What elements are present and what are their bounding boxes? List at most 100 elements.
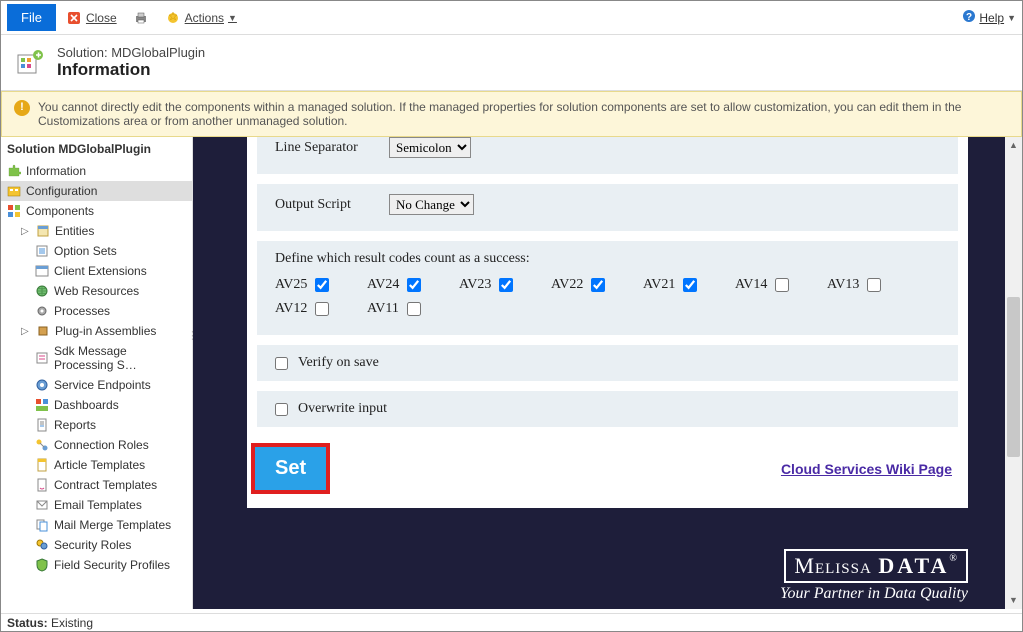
entity-icon <box>36 224 50 238</box>
code-AV22: AV22 <box>551 277 643 293</box>
sidebar-header: Solution MDGlobalPlugin <box>1 137 192 161</box>
overwrite-checkbox[interactable] <box>275 403 288 416</box>
code-checkbox-AV11[interactable] <box>407 302 421 316</box>
code-label: AV11 <box>367 301 399 317</box>
code-AV11: AV11 <box>367 301 459 317</box>
tree-contract-tpl[interactable]: Contract Templates <box>1 475 192 495</box>
close-icon <box>66 10 82 26</box>
actions-menu[interactable]: Actions ▼ <box>165 10 237 26</box>
wiki-link[interactable]: Cloud Services Wiki Page <box>781 461 952 477</box>
solution-line: Solution: MDGlobalPlugin <box>57 45 205 60</box>
tree-dash[interactable]: Dashboards <box>1 395 192 415</box>
contract-icon <box>35 478 49 492</box>
tree-option-sets[interactable]: Option Sets <box>1 241 192 261</box>
print-icon <box>133 10 149 26</box>
svg-text:?: ? <box>966 12 972 23</box>
output-script-select[interactable]: No Change <box>389 194 474 215</box>
code-checkbox-AV12[interactable] <box>315 302 329 316</box>
file-menu[interactable]: File <box>7 4 56 31</box>
code-checkbox-AV14[interactable] <box>775 278 789 292</box>
report-icon <box>35 418 49 432</box>
code-label: AV13 <box>827 277 859 293</box>
tree-plugin-asm[interactable]: ▷Plug-in Assemblies <box>1 321 192 341</box>
tree-processes[interactable]: Processes <box>1 301 192 321</box>
window-icon <box>35 264 49 278</box>
code-label: AV14 <box>735 277 767 293</box>
globe-icon <box>35 284 49 298</box>
solution-icon <box>15 48 45 78</box>
gear-icon <box>35 304 49 318</box>
code-checkbox-AV23[interactable] <box>499 278 513 292</box>
tree-reports[interactable]: Reports <box>1 415 192 435</box>
scroll-up-arrow[interactable]: ▲ <box>1005 137 1022 154</box>
help-label: Help <box>979 11 1004 25</box>
tree-client-ext[interactable]: Client Extensions <box>1 261 192 281</box>
tree-mailmerge-tpl[interactable]: Mail Merge Templates <box>1 515 192 535</box>
toolbar: File Close Actions ▼ ? Help ▼ <box>1 1 1022 35</box>
verify-label: Verify on save <box>298 355 379 371</box>
code-checkbox-AV22[interactable] <box>591 278 605 292</box>
code-AV14: AV14 <box>735 277 827 293</box>
close-label: Close <box>86 11 117 25</box>
scroll-down-arrow[interactable]: ▼ <box>1005 592 1022 609</box>
code-AV12: AV12 <box>275 301 367 317</box>
line-sep-select[interactable]: Semicolon <box>389 137 471 158</box>
code-checkbox-AV21[interactable] <box>683 278 697 292</box>
expand-icon[interactable]: ▷ <box>21 326 31 336</box>
verify-row[interactable]: Verify on save <box>275 355 940 371</box>
page-header: Solution: MDGlobalPlugin Information <box>1 35 1022 91</box>
expand-icon[interactable]: ▷ <box>21 226 31 236</box>
tree-article-tpl[interactable]: Article Templates <box>1 455 192 475</box>
warning-banner: ! You cannot directly edit the component… <box>1 91 1022 137</box>
help-icon: ? <box>962 9 976 26</box>
tree-web-res[interactable]: Web Resources <box>1 281 192 301</box>
code-AV25: AV25 <box>275 277 367 293</box>
chevron-down-icon: ▼ <box>1007 13 1016 23</box>
steps-icon <box>35 351 49 365</box>
tree-conn-roles[interactable]: Connection Roles <box>1 435 192 455</box>
components-icon <box>7 204 21 218</box>
plugin-icon <box>36 324 50 338</box>
code-AV23: AV23 <box>459 277 551 293</box>
chevron-down-icon: ▼ <box>228 13 237 23</box>
shield-icon <box>35 558 49 572</box>
code-label: AV22 <box>551 277 583 293</box>
tree-email-tpl[interactable]: Email Templates <box>1 495 192 515</box>
output-script-label: Output Script <box>275 197 375 213</box>
status-bar: Status: Existing <box>1 613 1022 631</box>
page-title: Information <box>57 60 205 80</box>
code-AV21: AV21 <box>643 277 735 293</box>
warning-icon: ! <box>14 100 30 116</box>
endpoint-icon <box>35 378 49 392</box>
tree-sec-roles[interactable]: Security Roles <box>1 535 192 555</box>
close-button[interactable]: Close <box>66 10 117 26</box>
tree-sdk[interactable]: Sdk Message Processing S… <box>1 341 192 375</box>
code-checkbox-AV24[interactable] <box>407 278 421 292</box>
help-menu[interactable]: ? Help ▼ <box>962 9 1016 26</box>
mailmerge-icon <box>35 518 49 532</box>
sidebar-components[interactable]: Components <box>1 201 192 221</box>
code-checkbox-AV13[interactable] <box>867 278 881 292</box>
overwrite-label: Overwrite input <box>298 401 387 417</box>
vertical-scrollbar[interactable]: ▲ ▼ <box>1005 137 1022 609</box>
sidebar-information[interactable]: Information <box>1 161 192 181</box>
code-label: AV24 <box>367 277 399 293</box>
tree-svc-ep[interactable]: Service Endpoints <box>1 375 192 395</box>
tree-field-sec[interactable]: Field Security Profiles <box>1 555 192 575</box>
actions-icon <box>165 10 181 26</box>
code-label: AV23 <box>459 277 491 293</box>
print-button[interactable] <box>133 10 149 26</box>
sidebar: Solution MDGlobalPlugin Information Conf… <box>1 137 193 609</box>
sidebar-configuration[interactable]: Configuration <box>1 181 192 201</box>
verify-checkbox[interactable] <box>275 357 288 370</box>
set-button[interactable]: Set <box>251 443 330 494</box>
content-area: Line Separator Semicolon Output Script N… <box>193 137 1022 609</box>
list-icon <box>35 244 49 258</box>
puzzle-icon <box>7 164 21 178</box>
overwrite-row[interactable]: Overwrite input <box>275 401 940 417</box>
tree-entities[interactable]: ▷Entities <box>1 221 192 241</box>
code-AV24: AV24 <box>367 277 459 293</box>
security-icon <box>35 538 49 552</box>
scroll-thumb[interactable] <box>1007 297 1020 457</box>
code-checkbox-AV25[interactable] <box>315 278 329 292</box>
